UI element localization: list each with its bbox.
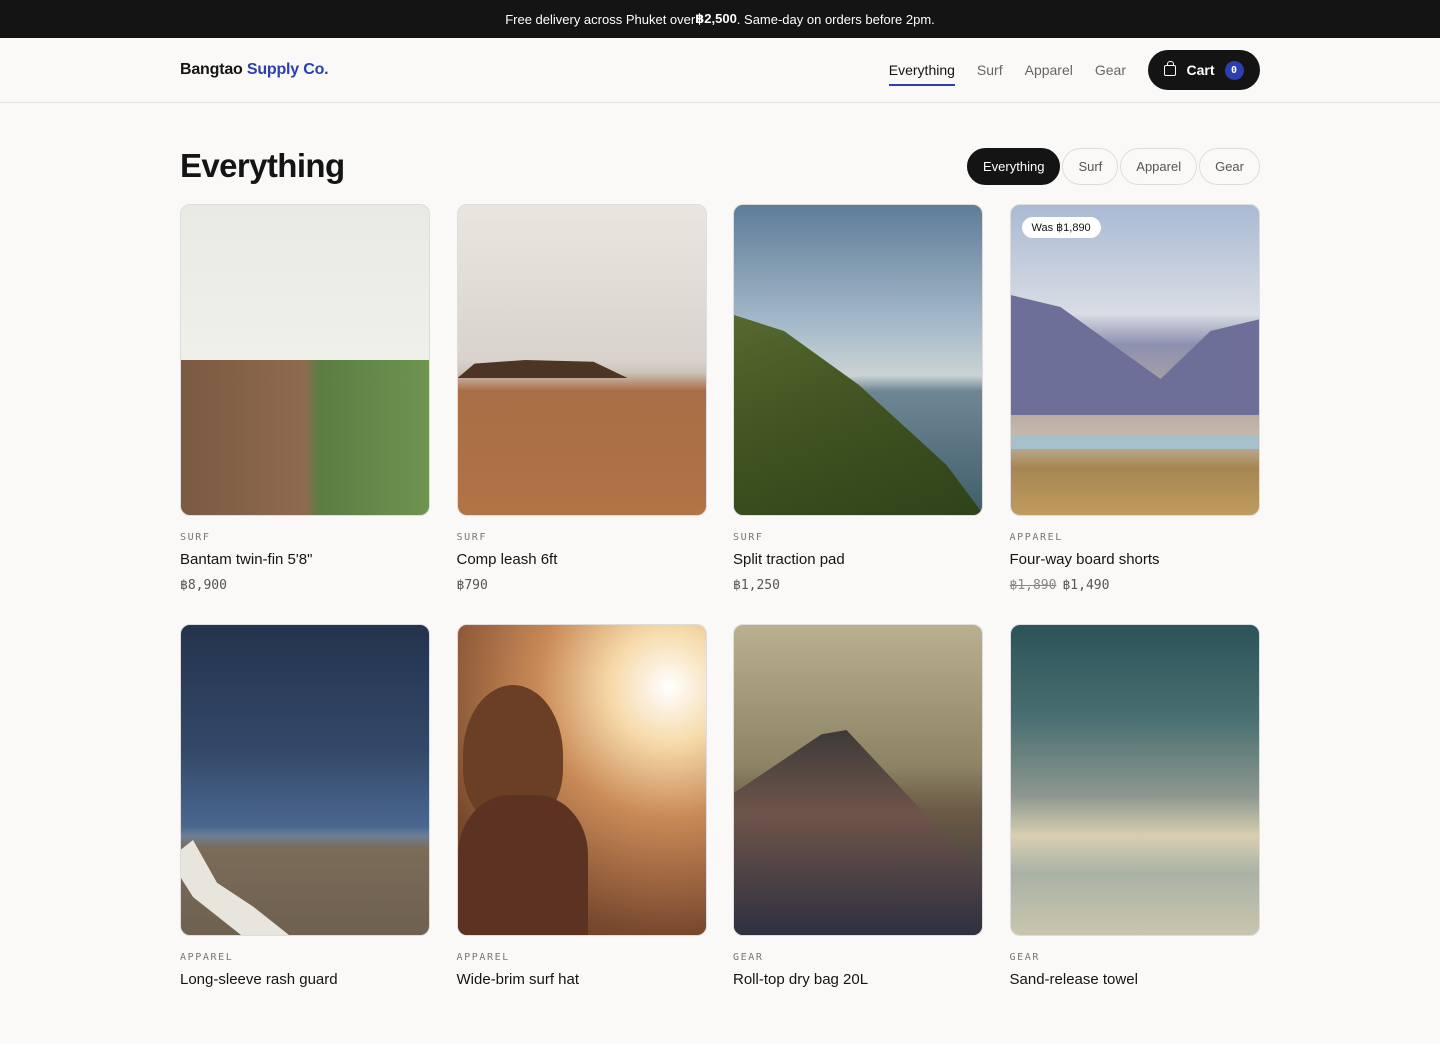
filter-pills: Everything Surf Apparel Gear bbox=[965, 147, 1260, 185]
product-price-current: ฿790 bbox=[456, 578, 488, 593]
page-title: Everything bbox=[180, 147, 345, 184]
filter-gear[interactable]: Gear bbox=[1199, 147, 1260, 185]
product-photo[interactable] bbox=[456, 204, 707, 516]
product-category: SURF bbox=[180, 532, 211, 543]
product-name[interactable]: Comp leash 6ft bbox=[457, 551, 707, 568]
sale-badge: Was ฿1,890 bbox=[1021, 217, 1101, 238]
product-category: GEAR bbox=[733, 952, 764, 963]
product-price-old: ฿1,890 bbox=[1009, 578, 1057, 593]
product-card[interactable]: SURF Bantam twin-fin 5'8" ฿8,900 bbox=[180, 204, 430, 624]
product-price-current: ฿8,900 bbox=[180, 578, 227, 593]
product-card[interactable]: SURF Comp leash 6ft ฿790 bbox=[456, 204, 707, 624]
cart-count-badge: 0 bbox=[1224, 60, 1244, 80]
product-card[interactable]: GEAR Sand-release towel bbox=[1009, 624, 1260, 1044]
nav-gear[interactable]: Gear bbox=[1095, 54, 1126, 86]
page-header: Everything Everything Surf Apparel Gear bbox=[0, 103, 1440, 193]
product-name[interactable]: Wide-brim surf hat bbox=[457, 971, 707, 988]
brand-logo[interactable]: Bangtao Supply Co. bbox=[180, 61, 329, 79]
product-category: GEAR bbox=[1009, 952, 1040, 963]
product-category: SURF bbox=[733, 532, 764, 543]
product-price: ฿790 bbox=[457, 578, 707, 593]
product-photo[interactable] bbox=[733, 624, 983, 936]
product-photo[interactable] bbox=[456, 624, 707, 936]
product-category: APPAREL bbox=[456, 952, 510, 963]
filter-everything[interactable]: Everything bbox=[967, 147, 1061, 185]
product-price-current: ฿1,490 bbox=[1062, 578, 1110, 593]
product-price: ฿1,890 ฿1,490 bbox=[1010, 578, 1260, 593]
product-name[interactable]: Sand-release towel bbox=[1010, 971, 1260, 988]
product-category: APPAREL bbox=[180, 952, 234, 963]
product-price: ฿1,250 bbox=[733, 578, 983, 593]
main-nav: Everything Surf Apparel Gear Cart 0 bbox=[888, 50, 1260, 90]
product-card[interactable]: APPAREL Long-sleeve rash guard bbox=[180, 624, 430, 1044]
product-category: APPAREL bbox=[1009, 532, 1063, 543]
announcement-bar: Free delivery across Phuket over ฿2,500.… bbox=[0, 0, 1440, 38]
product-photo[interactable] bbox=[1009, 624, 1260, 936]
cart-button[interactable]: Cart 0 bbox=[1148, 50, 1260, 90]
announcement-prefix: Free delivery across Phuket over bbox=[505, 11, 696, 27]
product-grid: SURF Bantam twin-fin 5'8" ฿8,900 SURF Co… bbox=[180, 204, 1260, 1044]
product-name[interactable]: Four-way board shorts bbox=[1010, 551, 1260, 568]
nav-surf[interactable]: Surf bbox=[977, 54, 1003, 86]
filter-apparel[interactable]: Apparel bbox=[1120, 147, 1198, 185]
announcement-amount: ฿2,500 bbox=[695, 11, 737, 26]
site-header: Bangtao Supply Co. Everything Surf Appar… bbox=[0, 38, 1440, 103]
product-price-current: ฿1,250 bbox=[733, 578, 780, 593]
product-photo[interactable] bbox=[733, 204, 983, 516]
product-name[interactable]: Split traction pad bbox=[733, 551, 983, 568]
brand-name: Bangtao bbox=[180, 61, 243, 78]
product-card[interactable]: APPAREL Wide-brim surf hat bbox=[456, 624, 707, 1044]
product-card[interactable]: GEAR Roll-top dry bag 20L bbox=[733, 624, 983, 1044]
product-category: SURF bbox=[456, 532, 487, 543]
product-name[interactable]: Roll-top dry bag 20L bbox=[733, 971, 983, 988]
brand-accent: Supply Co. bbox=[246, 61, 329, 78]
nav-apparel[interactable]: Apparel bbox=[1025, 54, 1073, 86]
cart-label: Cart bbox=[1186, 62, 1215, 78]
nav-everything[interactable]: Everything bbox=[888, 54, 956, 86]
announcement-suffix: . Same-day on orders before 2pm. bbox=[736, 11, 935, 27]
product-photo[interactable]: Was ฿1,890 bbox=[1009, 204, 1260, 516]
product-card[interactable]: Was ฿1,890 APPAREL Four-way board shorts… bbox=[1009, 204, 1260, 624]
product-photo[interactable] bbox=[180, 204, 430, 516]
filter-surf[interactable]: Surf bbox=[1062, 147, 1119, 185]
shopping-bag-icon bbox=[1164, 60, 1177, 76]
product-name[interactable]: Bantam twin-fin 5'8" bbox=[180, 551, 430, 568]
product-name[interactable]: Long-sleeve rash guard bbox=[180, 971, 430, 988]
product-price: ฿8,900 bbox=[180, 578, 430, 593]
product-photo[interactable] bbox=[180, 624, 430, 936]
product-card[interactable]: SURF Split traction pad ฿1,250 bbox=[733, 204, 983, 624]
